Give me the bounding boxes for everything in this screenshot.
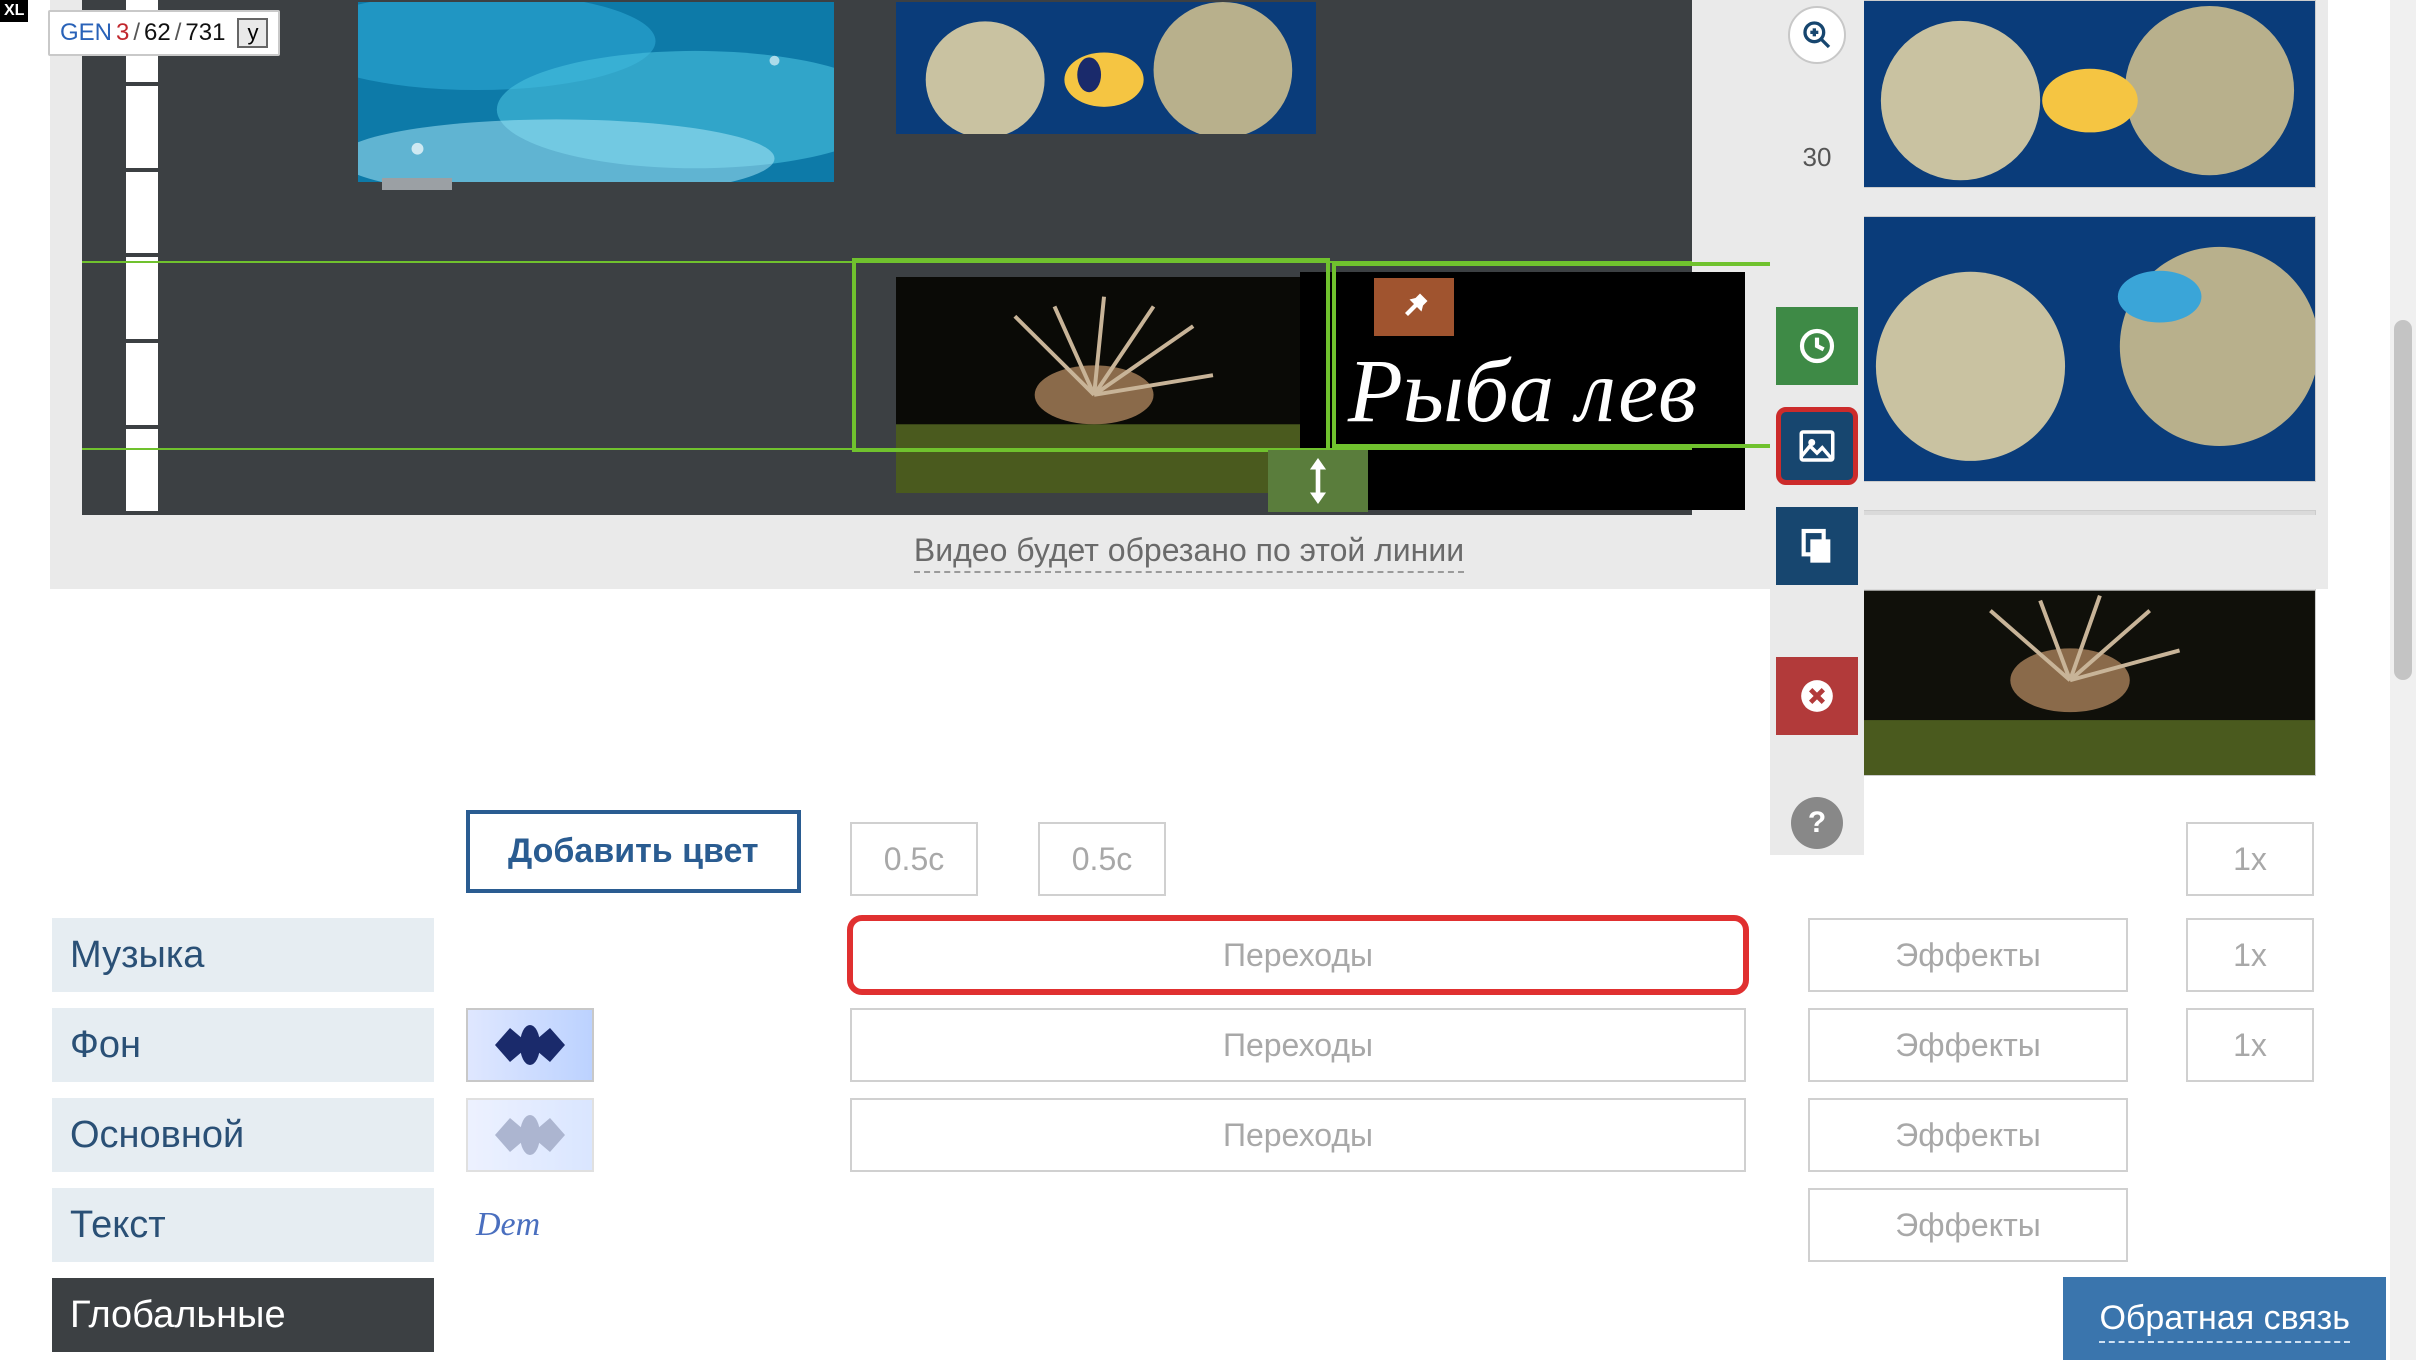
feedback-label: Обратная связь — [2099, 1299, 2350, 1343]
effects-text[interactable]: Эффекты — [1808, 1098, 2128, 1172]
clip-lionfish[interactable] — [894, 275, 1318, 495]
clip-ocean[interactable] — [356, 0, 836, 184]
effects-bg[interactable]: Эффекты — [1808, 918, 2128, 992]
speed-main[interactable]: 1x — [2186, 1008, 2314, 1082]
transition-text[interactable]: Переходы — [850, 1098, 1746, 1172]
speed-music[interactable]: 1x — [2186, 822, 2314, 896]
speed-column: 1x 1x — [2186, 918, 2314, 1082]
speed-bg[interactable]: 1x — [2186, 918, 2314, 992]
duration-a[interactable]: 0.5с — [850, 822, 978, 896]
editor-canvas: Рыба лев 30 — [50, 0, 2328, 590]
gen-indicator: GEN 3 / 62 / 731 y — [48, 10, 280, 56]
stage: Рыба лев — [82, 0, 1692, 515]
layer-text[interactable]: Текст — [52, 1188, 434, 1262]
thumb-2[interactable] — [1850, 216, 2316, 482]
swatch-main[interactable] — [466, 1098, 594, 1172]
breakpoint-badge: XL — [0, 0, 28, 22]
layer-main[interactable]: Основной — [52, 1098, 434, 1172]
gen-slash-1: / — [133, 19, 140, 47]
transition-main[interactable]: Переходы — [850, 1008, 1746, 1082]
delete-button[interactable] — [1776, 657, 1858, 735]
zoom-value: 30 — [1803, 142, 1832, 173]
crop-notice-text: Видео будет обрезано по этой линии — [914, 532, 1464, 573]
vertical-toolbar: 30 ? — [1770, 0, 1864, 855]
duration-button[interactable] — [1776, 307, 1858, 385]
speed-top: 1x — [2186, 822, 2314, 896]
filmstrip-left — [126, 0, 158, 515]
layer-global[interactable]: Глобальные — [52, 1278, 434, 1352]
swatch-text[interactable]: Dem — [466, 1188, 594, 1262]
effects-column: Эффекты Эффекты Эффекты Эффекты — [1808, 918, 2128, 1262]
image-button[interactable] — [1776, 407, 1858, 485]
gen-label: GEN — [60, 19, 112, 47]
gen-n2: 62 — [144, 19, 171, 47]
feedback-button[interactable]: Обратная связь — [2063, 1277, 2386, 1360]
clip-scroll-nub[interactable] — [382, 178, 452, 190]
effects-global[interactable]: Эффекты — [1808, 1188, 2128, 1262]
scrollbar[interactable] — [2390, 0, 2416, 1360]
layer-music[interactable]: Музыка — [52, 918, 434, 992]
gen-y-button[interactable]: y — [237, 18, 268, 48]
title-text: Рыба лев — [1348, 340, 1697, 443]
help-button[interactable]: ? — [1791, 797, 1843, 849]
thumbnail-rail — [1850, 0, 2316, 776]
guide-line-top — [82, 261, 1692, 263]
gen-n3: 731 — [185, 19, 225, 47]
editor-area[interactable]: Рыба лев 30 — [50, 0, 2328, 515]
effects-main[interactable]: Эффекты — [1808, 1008, 2128, 1082]
add-color-button[interactable]: Добавить цвет — [466, 810, 801, 893]
layer-list: Музыка Фон Основной Текст Глобальные — [52, 918, 434, 1352]
thumb-1[interactable] — [1850, 0, 2316, 188]
gen-slash-2: / — [175, 19, 182, 47]
gen-n1: 3 — [116, 19, 129, 47]
copy-button[interactable] — [1776, 507, 1858, 585]
transition-column: Переходы Переходы Переходы — [850, 918, 1770, 1172]
layer-bg[interactable]: Фон — [52, 1008, 434, 1082]
scrollbar-thumb[interactable] — [2394, 320, 2412, 680]
resize-handle[interactable] — [1268, 450, 1368, 512]
crop-notice-bar: Видео будет обрезано по этой линии — [50, 515, 2328, 589]
duration-top-row: 0.5с 0.5с — [850, 822, 1166, 896]
clip-coral-top[interactable] — [894, 0, 1318, 136]
swatch-bg[interactable] — [466, 1008, 594, 1082]
transition-bg[interactable]: Переходы — [850, 918, 1746, 992]
swatch-column: Dem — [466, 918, 626, 1262]
zoom-in-button[interactable] — [1788, 6, 1846, 64]
duration-b[interactable]: 0.5с — [1038, 822, 1166, 896]
pin-button[interactable] — [1374, 278, 1454, 336]
